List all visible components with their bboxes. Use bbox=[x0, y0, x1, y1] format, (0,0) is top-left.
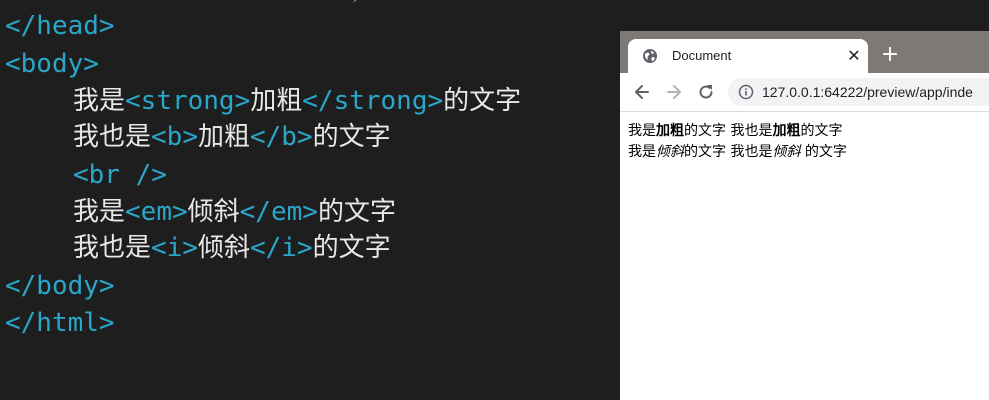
code-text: 我也是 bbox=[73, 122, 152, 152]
tag-b-close: </b> bbox=[250, 122, 313, 152]
code-text: 我是 bbox=[73, 197, 126, 227]
forward-arrow-icon[interactable] bbox=[664, 82, 684, 102]
rendered-i: 倾斜 bbox=[772, 144, 801, 160]
tag-br: <br /> bbox=[73, 160, 167, 190]
code-text: 倾斜 bbox=[197, 233, 250, 263]
tag-strong-open: <strong> bbox=[125, 86, 251, 116]
close-icon[interactable]: ✕ bbox=[844, 46, 864, 66]
tag-html-close: </html> bbox=[5, 308, 115, 338]
tab-title: Document bbox=[672, 48, 732, 63]
tag-em-close: </em> bbox=[239, 197, 318, 227]
code-text: 的文字 bbox=[317, 197, 396, 227]
code-text: 我也是 bbox=[73, 233, 152, 263]
rendered-line-italic: 我是倾斜的文字 我也是倾斜 的文字 bbox=[628, 142, 847, 162]
page-viewport: 我是加粗的文字 我也是加粗的文字 我是倾斜的文字 我也是倾斜 的文字 bbox=[620, 112, 989, 400]
code-line-strong[interactable]: 我是<strong>加粗</strong>的文字 bbox=[73, 83, 521, 119]
tag-i-close: </i> bbox=[250, 233, 313, 263]
code-text: 加粗 bbox=[197, 122, 250, 152]
code-line-em[interactable]: 我是<em>倾斜</em>的文字 bbox=[73, 194, 396, 230]
rendered-em: 倾斜 bbox=[656, 144, 684, 160]
rendered-b: 加粗 bbox=[772, 123, 801, 139]
code-line-b[interactable]: 我也是<b>加粗</b>的文字 bbox=[73, 119, 391, 155]
rendered-text: 的文字 bbox=[800, 144, 847, 160]
code-text: 的文字 bbox=[312, 233, 391, 263]
code-text: 的文字 bbox=[312, 122, 391, 152]
code-line-head-close[interactable]: </head> bbox=[5, 8, 115, 44]
code-line-br[interactable]: <br /> bbox=[73, 157, 167, 193]
partial-bracket bbox=[346, 0, 358, 2]
code-text: 倾斜 bbox=[187, 197, 240, 227]
code-line-body-close[interactable]: </body> bbox=[5, 268, 115, 304]
tag-head-close: </head> bbox=[5, 11, 115, 41]
rendered-text: 的文字 bbox=[800, 123, 843, 139]
code-text: 加粗 bbox=[250, 86, 303, 116]
browser-toolbar: 127.0.0.1:64222/preview/app/inde bbox=[620, 73, 989, 112]
code-line-html-close[interactable]: </html> bbox=[5, 305, 115, 341]
tag-body-open: <body> bbox=[5, 49, 99, 79]
globe-icon bbox=[642, 48, 658, 64]
tag-b-open: <b> bbox=[151, 122, 198, 152]
rendered-strong: 加粗 bbox=[656, 123, 684, 139]
rendered-text: 的文字 我也是 bbox=[684, 123, 773, 139]
rendered-text: 的文字 我也是 bbox=[684, 144, 773, 160]
tag-body-close: </body> bbox=[5, 271, 115, 301]
rendered-text: 我是 bbox=[628, 144, 656, 160]
browser-window: Document ✕ + 127.0.0.1:64222/preview/app… bbox=[620, 31, 989, 400]
new-tab-button[interactable]: + bbox=[878, 43, 902, 67]
tag-i-open: <i> bbox=[151, 233, 198, 263]
address-bar[interactable]: 127.0.0.1:64222/preview/app/inde bbox=[728, 78, 989, 106]
reload-icon[interactable] bbox=[696, 82, 716, 102]
tab-document[interactable]: Document ✕ bbox=[628, 39, 868, 73]
tag-em-open: <em> bbox=[125, 197, 188, 227]
code-line-i[interactable]: 我也是<i>倾斜</i>的文字 bbox=[73, 230, 391, 266]
url-text: 127.0.0.1:64222/preview/app/inde bbox=[762, 84, 973, 100]
code-line-body-open[interactable]: <body> bbox=[5, 46, 99, 82]
tab-strip: Document ✕ + bbox=[620, 31, 989, 73]
info-icon[interactable] bbox=[738, 84, 754, 100]
code-text: 的文字 bbox=[443, 86, 522, 116]
rendered-line-bold: 我是加粗的文字 我也是加粗的文字 bbox=[628, 121, 842, 141]
code-text: 我是 bbox=[73, 86, 126, 116]
rendered-text: 我是 bbox=[628, 123, 656, 139]
tag-strong-close: </strong> bbox=[302, 86, 444, 116]
back-arrow-icon[interactable] bbox=[632, 82, 652, 102]
code-editor[interactable]: </head> <body> 我是<strong>加粗</strong>的文字 … bbox=[0, 0, 620, 400]
